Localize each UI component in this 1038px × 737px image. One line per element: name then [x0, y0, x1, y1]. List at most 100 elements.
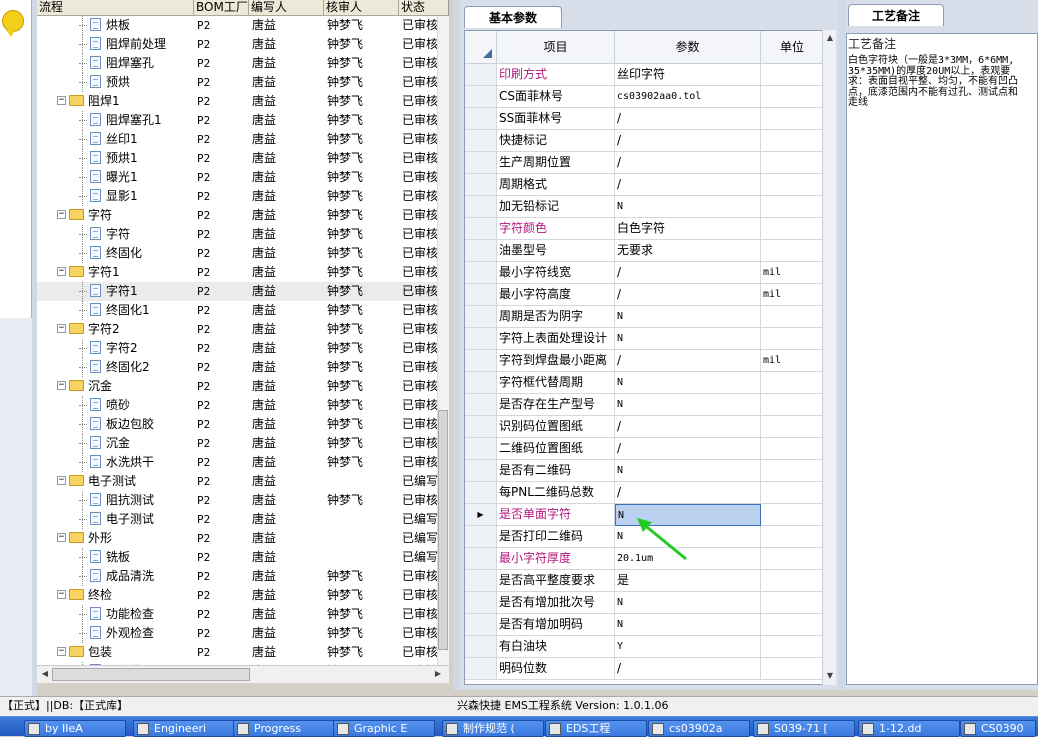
tree-node[interactable]: 板边包胶 — [79, 415, 154, 434]
param-value[interactable]: / — [615, 152, 761, 174]
row-indicator[interactable] — [465, 64, 497, 86]
param-value[interactable]: N — [615, 196, 761, 218]
param-row[interactable]: 油墨型号 无要求 — [465, 240, 822, 262]
tree-vertical-scroll-thumb[interactable] — [438, 410, 448, 650]
tree-node[interactable]: 终固化 — [79, 244, 142, 263]
tree-node[interactable]: 字符2 — [79, 339, 138, 358]
param-value[interactable]: 是 — [615, 570, 761, 592]
tree-node[interactable]: 阻焊塞孔 — [79, 54, 154, 73]
notes-body[interactable]: 白色字符块（一般是3*3MM，6*6MM,35*35MM)的厚度20UM以上，表… — [848, 55, 1018, 109]
tree-row[interactable]: 电子测试 P2 唐益 已编写 — [37, 510, 448, 529]
row-indicator[interactable] — [465, 130, 497, 152]
param-value[interactable]: N — [615, 614, 761, 636]
param-value[interactable]: / — [615, 130, 761, 152]
taskbar-button[interactable]: 制作规范 ( — [442, 720, 544, 737]
grid-header-unit[interactable]: 单位 — [761, 31, 822, 64]
tree-row[interactable]: − 终检 P2 唐益 钟梦飞 已审核 — [37, 586, 448, 605]
tree-node[interactable]: 字符 — [79, 225, 130, 244]
param-row[interactable]: 每PNL二维码总数 / — [465, 482, 822, 504]
taskbar-button[interactable]: Graphic E — [333, 720, 435, 737]
tree-node[interactable]: − 电子测试 — [57, 472, 136, 491]
tree-node[interactable]: 铣板 — [79, 548, 130, 567]
param-row[interactable]: 二维码位置图纸 / — [465, 438, 822, 460]
param-value[interactable]: / — [615, 262, 761, 284]
param-value[interactable]: / — [615, 416, 761, 438]
row-indicator[interactable] — [465, 350, 497, 372]
tree-row[interactable]: 字符 P2 唐益 钟梦飞 已审核 — [37, 225, 448, 244]
row-indicator[interactable] — [465, 636, 497, 658]
param-row[interactable]: 是否高平整度要求是 — [465, 570, 822, 592]
row-indicator[interactable] — [465, 592, 497, 614]
tree-node[interactable]: − 阻焊1 — [57, 92, 120, 111]
collapse-icon[interactable]: − — [57, 533, 66, 542]
tree-node[interactable]: − 包装 — [57, 643, 112, 662]
notes-box[interactable] — [846, 33, 1038, 685]
col-header-bom[interactable]: BOM工厂 — [194, 0, 249, 16]
tree-row[interactable]: − 包装 P2 唐益 钟梦飞 已审核 — [37, 643, 448, 662]
taskbar-button[interactable]: EDS工程 — [545, 720, 647, 737]
tree-node[interactable]: 终固化1 — [79, 301, 150, 320]
row-indicator[interactable] — [465, 284, 497, 306]
param-value[interactable]: cs03902aa0.tol — [615, 86, 761, 108]
tree-node[interactable]: 成品清洗 — [79, 567, 154, 586]
row-indicator[interactable] — [465, 526, 497, 548]
param-row[interactable]: 印刷方式 丝印字符 — [465, 64, 822, 86]
params-vertical-scrollbar[interactable]: ▲ ▼ — [822, 30, 836, 685]
row-indicator[interactable] — [465, 152, 497, 174]
splitter-middle[interactable] — [453, 0, 460, 690]
param-value[interactable]: 白色字符 — [615, 218, 761, 240]
param-row[interactable]: 字符颜色 白色字符 — [465, 218, 822, 240]
tab-process-notes[interactable]: 工艺备注 — [848, 4, 944, 26]
chat-bubble-icon[interactable] — [2, 10, 24, 37]
col-header-status[interactable]: 状态 — [399, 0, 448, 16]
tree-row[interactable]: − 沉金 P2 唐益 钟梦飞 已审核 — [37, 377, 448, 396]
tree-node[interactable]: 外观检查 — [79, 624, 154, 643]
tree-node[interactable]: 喷砂 — [79, 396, 130, 415]
grid-header-item[interactable]: 项目 — [497, 31, 615, 64]
tree-row[interactable]: 喷砂 P2 唐益 钟梦飞 已审核 — [37, 396, 448, 415]
row-indicator[interactable] — [465, 328, 497, 350]
col-header-writer[interactable]: 编写人 — [249, 0, 324, 16]
param-value[interactable]: N — [615, 372, 761, 394]
param-row[interactable]: 快捷标记 / — [465, 130, 822, 152]
row-indicator[interactable] — [465, 218, 497, 240]
tree-row[interactable]: 字符1 P2 唐益 钟梦飞 已审核 — [37, 282, 448, 301]
tree-row[interactable]: 丝印1 P2 唐益 钟梦飞 已审核 — [37, 130, 448, 149]
tree-node[interactable]: 沉金 — [79, 434, 130, 453]
collapse-icon[interactable]: − — [57, 476, 66, 485]
collapse-icon[interactable]: − — [57, 96, 66, 105]
param-value[interactable]: / — [615, 174, 761, 196]
param-value[interactable]: 无要求 — [615, 240, 761, 262]
row-indicator[interactable] — [465, 438, 497, 460]
param-value[interactable]: N — [615, 328, 761, 350]
tree-node[interactable]: 功能检查 — [79, 605, 154, 624]
param-value[interactable]: N — [615, 394, 761, 416]
row-indicator[interactable] — [465, 482, 497, 504]
current-row-indicator-icon[interactable]: ▶ — [465, 504, 497, 526]
tree-node[interactable]: − 外形 — [57, 529, 112, 548]
tree-row[interactable]: 显影1 P2 唐益 钟梦飞 已审核 — [37, 187, 448, 206]
tree-row[interactable]: 成品清洗 P2 唐益 钟梦飞 已审核 — [37, 567, 448, 586]
row-indicator[interactable] — [465, 372, 497, 394]
taskbar-button[interactable]: 1-12.dd — [858, 720, 960, 737]
collapse-icon[interactable]: − — [57, 210, 66, 219]
param-row[interactable]: CS面菲林号 cs03902aa0.tol — [465, 86, 822, 108]
tree-row[interactable]: 字符2 P2 唐益 钟梦飞 已审核 — [37, 339, 448, 358]
tree-node[interactable]: 烘板 — [79, 16, 130, 35]
tree-row[interactable]: 终固化 P2 唐益 钟梦飞 已审核 — [37, 244, 448, 263]
tree-row[interactable]: 曝光1 P2 唐益 钟梦飞 已审核 — [37, 168, 448, 187]
scroll-left-icon[interactable]: ◀ — [39, 668, 51, 680]
tree-node[interactable]: 丝印1 — [79, 130, 138, 149]
collapse-icon[interactable]: − — [57, 267, 66, 276]
tree-node[interactable]: − 终检 — [57, 586, 112, 605]
tree-row[interactable]: 预烘 P2 唐益 钟梦飞 已审核 — [37, 73, 448, 92]
row-indicator[interactable] — [465, 416, 497, 438]
param-row[interactable]: 字符到焊盘最小距离 / mil — [465, 350, 822, 372]
param-value[interactable]: / — [615, 284, 761, 306]
tree-row[interactable]: − 外形 P2 唐益 已编写 — [37, 529, 448, 548]
param-value[interactable]: / — [615, 482, 761, 504]
param-row[interactable]: 是否有增加明码 N — [465, 614, 822, 636]
param-row[interactable]: 是否有二维码 N — [465, 460, 822, 482]
collapse-icon[interactable]: − — [57, 381, 66, 390]
param-value[interactable]: N — [615, 460, 761, 482]
